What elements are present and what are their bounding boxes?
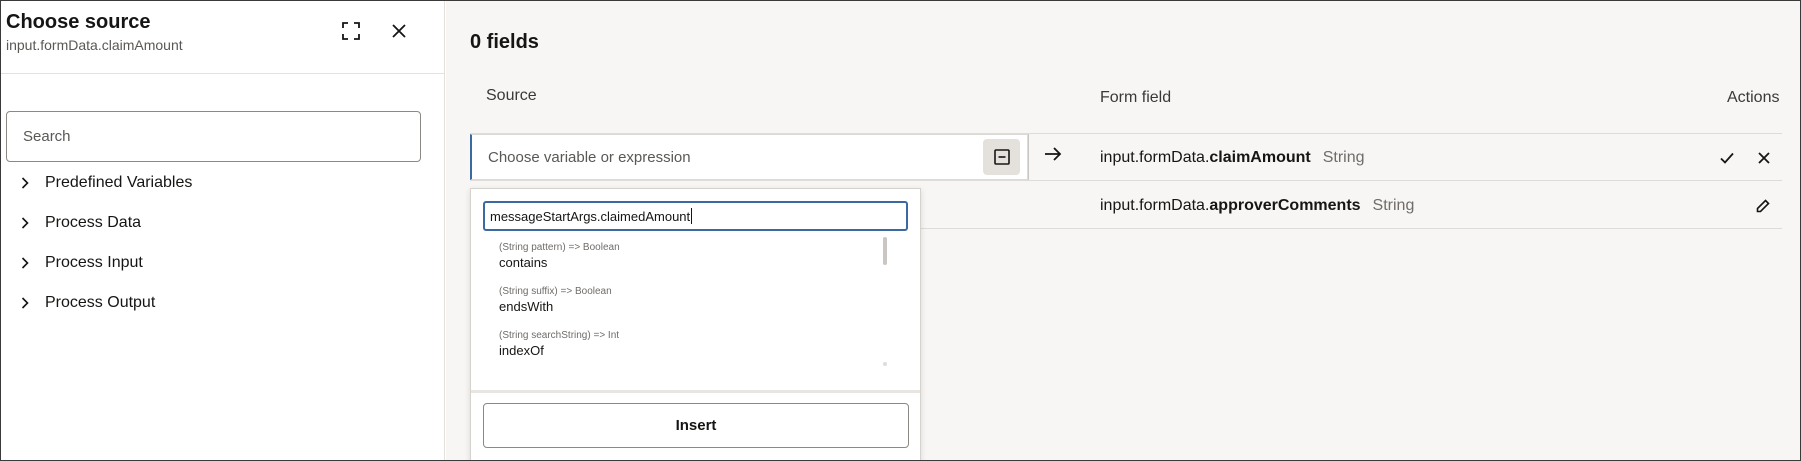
expression-popup: messageStartArgs.claimedAmount (String p… (470, 188, 921, 461)
field-prefix: input.formData. (1100, 197, 1210, 214)
fields-count-title: 0 fields (470, 31, 539, 53)
form-field-claim-amount: input.formData. claimAmount String (1100, 149, 1365, 167)
panel-subtitle: input.formData.claimAmount (6, 37, 183, 53)
suggestion-item[interactable]: (String pattern) => Boolean contains (499, 242, 620, 270)
tree-item-label: Process Data (45, 214, 142, 231)
chevron-right-icon (18, 176, 32, 190)
suggestion-name: contains (499, 255, 548, 270)
tree-item-predefined-variables[interactable]: Predefined Variables (18, 170, 192, 196)
expression-input[interactable]: messageStartArgs.claimedAmount (483, 201, 908, 231)
field-name: approverComments (1209, 197, 1361, 214)
suggestion-signature: (String pattern) => Boolean (499, 242, 620, 253)
form-field-approver-comments: input.formData. approverComments String (1100, 197, 1414, 215)
popup-divider (471, 390, 920, 393)
close-icon (392, 24, 406, 38)
arrow-right-icon (1044, 147, 1062, 166)
source-expression-field[interactable]: Choose variable or expression (470, 134, 1028, 180)
choose-source-panel: Choose source input.formData.claimAmount… (0, 0, 445, 461)
suggestion-name: indexOf (499, 343, 544, 358)
check-icon (1720, 152, 1734, 164)
scrollbar-thumb[interactable] (883, 237, 887, 265)
expression-value: messageStartArgs.claimedAmount (490, 208, 691, 224)
field-type: String (1372, 197, 1415, 214)
panel-header: Choose source input.formData.claimAmount (0, 0, 445, 74)
tree-item-label: Process Input (45, 254, 143, 271)
field-prefix: input.formData. (1100, 149, 1210, 166)
text-caret (691, 208, 693, 224)
search-field[interactable] (6, 111, 421, 162)
pencil-icon (1756, 199, 1770, 213)
column-header-actions: Actions (1727, 89, 1780, 106)
row-divider (921, 228, 1782, 229)
close-icon (1758, 152, 1770, 164)
field-type: String (1322, 149, 1365, 166)
suggestion-signature: (String searchString) => Int (499, 330, 620, 341)
tree-item-process-input[interactable]: Process Input (18, 250, 143, 276)
suggestion-item[interactable]: (String suffix) => Boolean endsWith (499, 286, 612, 314)
source-placeholder: Choose variable or expression (488, 149, 691, 166)
scrollbar-end (883, 362, 887, 366)
edit-button[interactable] (1752, 195, 1774, 217)
suggestion-item[interactable]: (String searchString) => Int indexOf (499, 330, 619, 358)
column-header-source: Source (486, 87, 537, 104)
expand-button[interactable] (337, 17, 365, 45)
collapse-icon (993, 149, 1010, 165)
field-name: claimAmount (1209, 149, 1311, 166)
row-divider (470, 180, 1782, 181)
tree-item-process-data[interactable]: Process Data (18, 210, 141, 236)
collapse-button[interactable] (983, 139, 1020, 175)
suggestion-name: endsWith (499, 299, 554, 314)
expand-icon (342, 22, 360, 40)
suggestion-signature: (String suffix) => Boolean (499, 286, 612, 297)
tree-item-process-output[interactable]: Process Output (18, 290, 155, 316)
column-header-form-field: Form field (1100, 89, 1172, 106)
cell-divider (1028, 134, 1029, 180)
cancel-button[interactable] (1753, 147, 1775, 169)
panel-title: Choose source (6, 11, 151, 33)
insert-button[interactable]: Insert (483, 403, 909, 448)
confirm-button[interactable] (1716, 147, 1738, 169)
close-button[interactable] (385, 17, 413, 45)
search-input[interactable] (7, 112, 420, 161)
tree-item-label: Predefined Variables (45, 174, 193, 191)
tree-item-label: Process Output (45, 294, 156, 311)
chevron-right-icon (18, 256, 32, 270)
chevron-right-icon (18, 216, 32, 230)
chevron-right-icon (18, 296, 32, 310)
